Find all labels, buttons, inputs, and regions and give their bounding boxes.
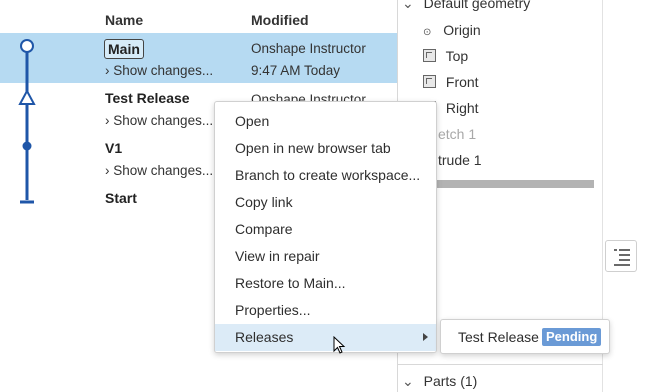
version-name: Start — [105, 190, 137, 206]
context-menu: Open Open in new browser tab Branch to c… — [214, 101, 437, 353]
show-changes-link[interactable]: › Show changes... — [105, 63, 213, 78]
version-name: V1 — [105, 140, 123, 156]
show-changes-link[interactable]: › Show changes... — [105, 163, 213, 178]
version-node-icon — [22, 141, 32, 151]
chevron-right-icon: › — [105, 163, 110, 178]
tree-item-sketch[interactable]: etch 1 — [438, 126, 476, 142]
column-header-name[interactable]: Name — [105, 12, 143, 28]
list-icon — [614, 249, 630, 266]
tree-item-origin[interactable]: ⊙ Origin — [423, 22, 481, 38]
chevron-down-icon: ⌄ — [402, 373, 414, 389]
version-date: 9:47 AM Today — [251, 63, 341, 78]
chevron-right-icon: › — [105, 63, 110, 78]
submenu-arrow-icon — [423, 333, 428, 341]
rollback-bar[interactable] — [424, 180, 594, 188]
parts-header[interactable]: ⌄ Parts (1) — [402, 373, 477, 390]
tree-item-front[interactable]: Front — [423, 74, 479, 90]
tree-item-extrude[interactable]: trude 1 — [438, 152, 482, 168]
plane-icon — [423, 49, 436, 62]
menu-item-view-in-repair[interactable]: View in repair — [215, 243, 436, 270]
parts-section[interactable]: ⌄ Parts (1) — [398, 364, 603, 392]
menu-item-copy-link[interactable]: Copy link — [215, 189, 436, 216]
menu-item-releases[interactable]: Releases — [215, 324, 436, 351]
plane-icon — [423, 75, 436, 88]
origin-icon: ⊙ — [423, 27, 432, 38]
menu-item-branch[interactable]: Branch to create workspace... — [215, 162, 436, 189]
menu-item-properties[interactable]: Properties... — [215, 297, 436, 324]
menu-item-restore[interactable]: Restore to Main... — [215, 270, 436, 297]
release-name: Test Release — [458, 329, 539, 345]
tree-item-top[interactable]: Top — [423, 48, 468, 64]
workspace-node-icon — [20, 39, 34, 53]
column-header-modified[interactable]: Modified — [251, 12, 309, 28]
status-badge: Pending — [542, 328, 602, 346]
branch-graph-icon — [18, 39, 36, 204]
version-author: Onshape Instructor — [251, 41, 366, 56]
version-name: Test Release — [105, 90, 190, 106]
menu-item-open[interactable]: Open — [215, 108, 436, 135]
menu-item-compare[interactable]: Compare — [215, 216, 436, 243]
mouse-pointer-icon — [333, 336, 346, 354]
chevron-right-icon: › — [105, 113, 110, 128]
default-geometry-header[interactable]: ⌄ Default geometry — [402, 0, 530, 12]
show-changes-link[interactable]: › Show changes... — [105, 113, 213, 128]
version-name: Main — [104, 39, 144, 59]
menu-item-open-new-tab[interactable]: Open in new browser tab — [215, 135, 436, 162]
release-node-icon — [18, 88, 36, 105]
releases-submenu[interactable]: Test Release Pending — [440, 319, 610, 354]
list-view-button[interactable] — [605, 240, 637, 272]
chevron-down-icon: ⌄ — [402, 0, 414, 11]
